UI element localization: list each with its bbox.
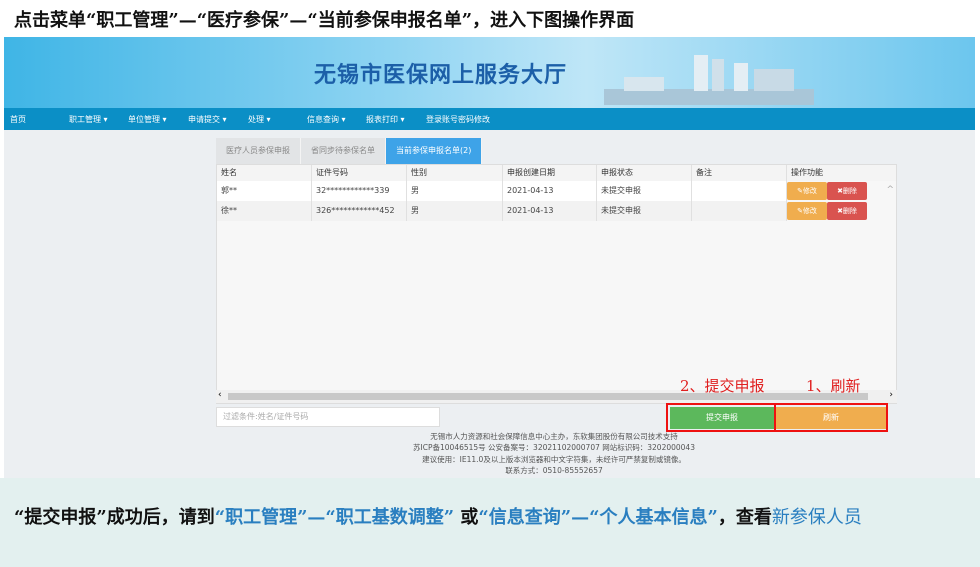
- tab-apply[interactable]: 医疗人员参保申报: [216, 138, 301, 164]
- cell-name: 徐**: [217, 201, 312, 221]
- col-id: 证件号码: [312, 165, 407, 181]
- banner-title: 无锡市医保网上服务大厅: [314, 62, 568, 88]
- caption-highlight: “职工管理”—“职工基数调整”: [214, 507, 455, 528]
- cell-date: 2021-04-13: [503, 181, 597, 201]
- highlight-box-refresh: [774, 403, 888, 432]
- app-screenshot: 无锡市医保网上服务大厅 首页 职工管理 ▾ 单位管理 ▾ 申请提交 ▾ 处理 ▾…: [4, 37, 975, 478]
- filter-input[interactable]: 过滤条件:姓名/证件号码: [216, 407, 440, 427]
- edit-button[interactable]: ✎修改: [787, 202, 827, 220]
- highlight-box-submit: [666, 403, 776, 432]
- delete-button[interactable]: ✖删除: [827, 182, 867, 200]
- caption-text: 或: [454, 507, 479, 528]
- col-status: 申报状态: [597, 165, 692, 181]
- main-nav: 首页 职工管理 ▾ 单位管理 ▾ 申请提交 ▾ 处理 ▾ 信息查询 ▾ 报表打印…: [4, 108, 975, 130]
- caption-highlight: 新参保人员: [771, 507, 862, 528]
- table-row: 郭** 32************339 男 2021-04-13 未提交申报: [217, 181, 787, 201]
- caption: “提交申报”成功后，请到“职工管理”—“职工基数调整” 或“信息查询”—“个人基…: [14, 504, 974, 531]
- scrollbar-thumb[interactable]: [228, 393, 868, 400]
- nav-unit[interactable]: 单位管理 ▾: [128, 114, 167, 125]
- footer-line: 无锡市人力资源和社会保障信息中心主办，东软集团股份有限公司技术支持: [430, 432, 678, 441]
- nav-password[interactable]: 登录账号密码修改: [426, 114, 490, 125]
- tab-current-list[interactable]: 当前参保申报名单(2): [386, 138, 483, 164]
- tab-sync[interactable]: 省同步待参保名单: [301, 138, 386, 164]
- nav-staff[interactable]: 职工管理 ▾: [69, 114, 108, 125]
- scroll-left-icon[interactable]: ‹: [218, 390, 222, 400]
- nav-query[interactable]: 信息查询 ▾: [307, 114, 346, 125]
- footer-line: 苏ICP备10046515号 公安备案号：32021102000707 网站标识…: [413, 443, 695, 452]
- cell-name: 郭**: [217, 181, 312, 201]
- instruction-title: 点击菜单“职工管理”—“医疗参保”—“当前参保申报名单”，进入下图操作界面: [14, 10, 635, 31]
- cell-status: 未提交申报: [597, 181, 692, 201]
- horizontal-scrollbar[interactable]: ‹ ›: [216, 390, 897, 403]
- table-row: 徐** 326************452 男 2021-04-13 未提交申…: [217, 201, 787, 221]
- footer-line: 联系方式：0510-85552657: [505, 466, 603, 475]
- caption-text: “提交申报”成功后，请到: [14, 507, 215, 528]
- scroll-up-icon[interactable]: ^: [886, 185, 894, 195]
- cell-date: 2021-04-13: [503, 201, 597, 221]
- cell-id: 32************339: [312, 181, 407, 201]
- footer-line: 建议使用：IE11.0及以上版本浏览器和中文字符集，未经许可严禁复制或镜像。: [422, 455, 686, 464]
- col-date: 申报创建日期: [503, 165, 597, 181]
- edit-button[interactable]: ✎修改: [787, 182, 827, 200]
- col-name: 姓名: [217, 165, 312, 181]
- col-note: 备注: [692, 165, 787, 181]
- col-gender: 性别: [407, 165, 503, 181]
- declaration-table: 姓名 证件号码 性别 申报创建日期 申报状态 备注 操作功能 郭** 32***…: [216, 164, 897, 404]
- cell-gender: 男: [407, 181, 503, 201]
- nav-report[interactable]: 报表打印 ▾: [366, 114, 405, 125]
- nav-apply[interactable]: 申请提交 ▾: [188, 114, 227, 125]
- nav-process[interactable]: 处理 ▾: [248, 114, 271, 125]
- delete-button[interactable]: ✖删除: [827, 202, 867, 220]
- cell-note: [692, 181, 787, 201]
- nav-home[interactable]: 首页: [10, 114, 26, 125]
- annotation-submit: 2、提交申报: [680, 377, 765, 395]
- bottom-caption-area: “提交申报”成功后，请到“职工管理”—“职工基数调整” 或“信息查询”—“个人基…: [0, 478, 980, 567]
- caption-text: ，查看: [717, 507, 772, 528]
- table-header: 姓名 证件号码 性别 申报创建日期 申报状态 备注 操作功能: [217, 165, 896, 181]
- cell-gender: 男: [407, 201, 503, 221]
- scroll-right-icon[interactable]: ›: [889, 390, 893, 400]
- caption-highlight: “信息查询”—“个人基本信息”: [478, 507, 718, 528]
- cell-status: 未提交申报: [597, 201, 692, 221]
- annotation-refresh: 1、刷新: [806, 377, 861, 395]
- buildings-image: [604, 55, 814, 105]
- cell-id: 326************452: [312, 201, 407, 221]
- col-actions: 操作功能: [791, 168, 823, 177]
- site-banner: 无锡市医保网上服务大厅: [4, 37, 975, 108]
- tab-bar: 医疗人员参保申报 省同步待参保名单 当前参保申报名单(2): [216, 138, 483, 164]
- cell-note: [692, 201, 787, 221]
